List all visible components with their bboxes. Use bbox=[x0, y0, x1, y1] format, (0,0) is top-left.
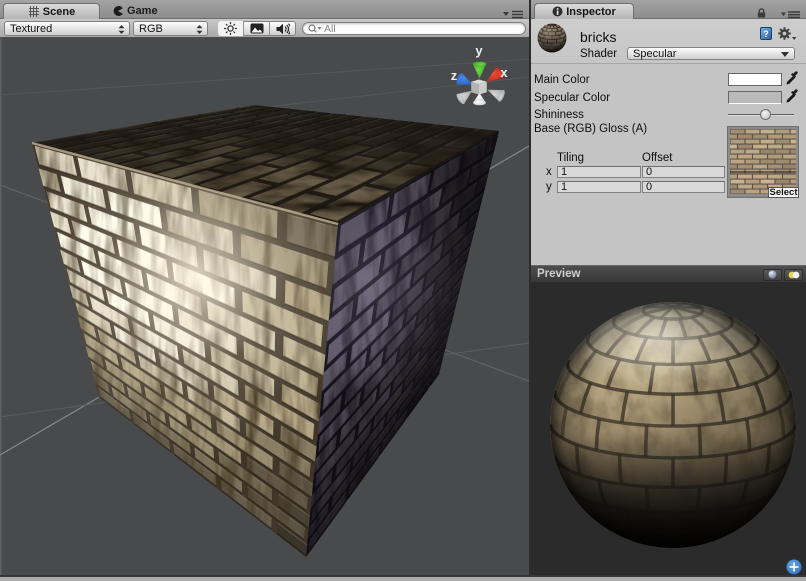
svg-text:x: x bbox=[500, 65, 508, 80]
svg-text:y: y bbox=[475, 43, 483, 58]
svg-text:?: ? bbox=[763, 29, 769, 39]
svg-text:z: z bbox=[451, 68, 458, 83]
